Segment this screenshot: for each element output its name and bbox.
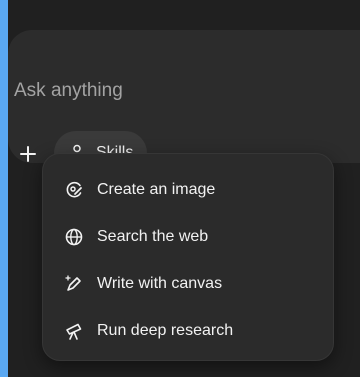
plus-icon bbox=[17, 143, 39, 165]
menu-item-create-image[interactable]: Create an image bbox=[43, 166, 333, 213]
add-attachment-button[interactable] bbox=[16, 142, 40, 166]
skills-menu: Create an image Search the web Write wit… bbox=[42, 153, 334, 361]
globe-icon bbox=[63, 226, 85, 248]
app-window: Skills Create an image Search bbox=[8, 0, 360, 377]
pen-sparkle-icon bbox=[63, 273, 85, 295]
prompt-input[interactable] bbox=[14, 80, 334, 102]
prompt-composer: Skills bbox=[8, 30, 360, 175]
image-create-icon bbox=[63, 179, 85, 201]
menu-item-label: Search the web bbox=[97, 227, 209, 245]
menu-item-label: Create an image bbox=[97, 180, 216, 198]
menu-item-write-canvas[interactable]: Write with canvas bbox=[43, 260, 333, 307]
menu-item-label: Run deep research bbox=[97, 321, 234, 339]
telescope-icon bbox=[63, 320, 85, 342]
menu-item-label: Write with canvas bbox=[97, 274, 223, 292]
menu-item-search-web[interactable]: Search the web bbox=[43, 213, 333, 260]
menu-item-deep-research[interactable]: Run deep research bbox=[43, 307, 333, 354]
